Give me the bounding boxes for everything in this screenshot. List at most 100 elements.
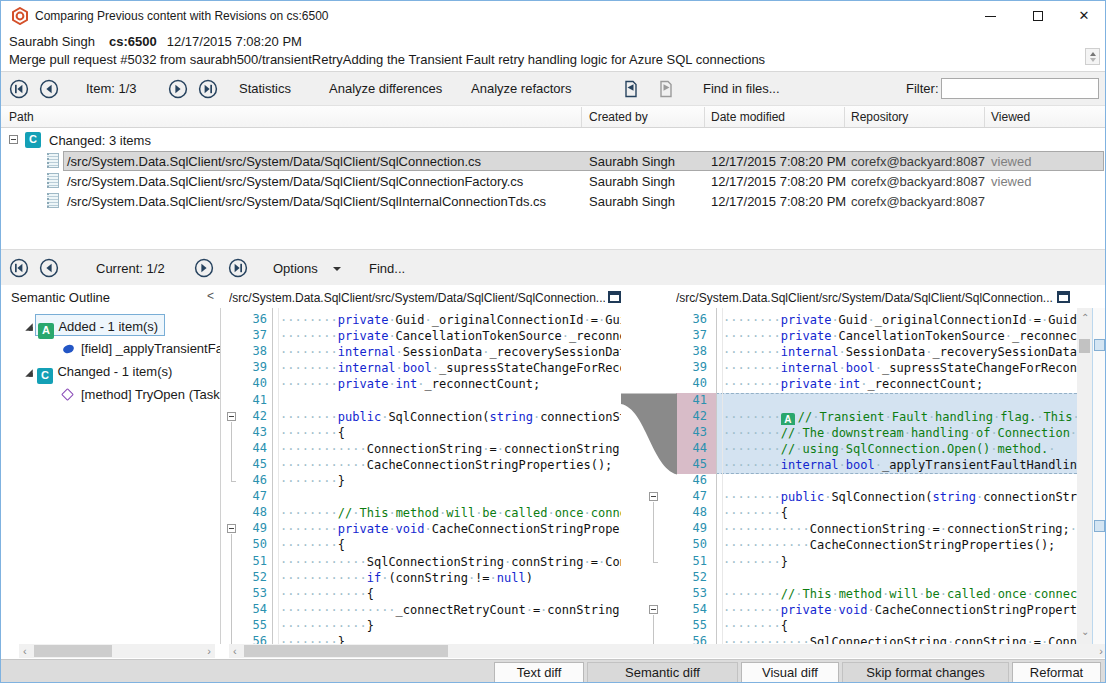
reformat-button[interactable]: Reformat [1012,662,1101,683]
diff-marker-current[interactable] [1094,339,1105,351]
outline-badge-icon: C [37,368,53,384]
file-row[interactable]: /src/System.Data.SqlClient/src/System/Da… [1,151,1105,171]
code-line: 47 [221,489,621,506]
outline-group-item[interactable]: C Changed - 1 item(s) [35,360,178,382]
destination-code-pane[interactable]: 36········private·Guid·_originalConnecti… [621,308,1077,644]
fold-collapse-icon[interactable] [649,605,658,614]
file-date-modified: 12/17/2015 7:08:20 PM [711,154,846,169]
outline-collapse-button[interactable]: < [207,289,214,303]
file-created-by: Saurabh Singh [589,154,675,169]
statistics-button[interactable]: Statistics [239,81,291,96]
diff-marker-next[interactable] [1094,520,1105,532]
maximize-button[interactable] [1021,1,1055,31]
source-code-pane[interactable]: 36········private·Guid·_originalConnecti… [221,308,621,644]
scroll-up-arrow-icon[interactable]: ⌃ [1081,312,1089,323]
fold-collapse-icon[interactable] [649,492,658,501]
last-diff-icon[interactable] [228,258,248,278]
scroll-down-icon[interactable] [1090,58,1096,62]
column-viewed[interactable]: Viewed [991,110,1030,124]
filter-label: Filter: [906,81,939,96]
line-number: 38 [676,344,716,361]
line-number: 40 [221,376,273,393]
changeset-comment: Merge pull request #5032 from saurabh500… [9,52,765,67]
vertical-scroll-thumb[interactable] [1079,339,1090,353]
minimize-button[interactable] [973,1,1007,31]
outline-hscroll-thumb[interactable] [34,645,112,657]
line-number: 53 [221,586,273,603]
open-left-file-icon[interactable] [621,79,641,99]
file-icon [47,193,59,208]
outline-item-label: [field] _applyTransientFault [81,341,221,356]
visual-diff-button[interactable]: Visual diff [741,662,839,683]
last-item-icon[interactable] [198,79,218,99]
column-repository[interactable]: Repository [851,110,908,124]
line-number: 47 [676,489,716,506]
code-line: 53········//·This·method·will·be·called·… [621,586,1077,603]
line-number: 44 [221,441,273,458]
app-logo-icon [11,7,29,25]
collapse-expander-icon[interactable] [9,135,18,144]
outline-scroll-right-icon[interactable]: › [207,645,211,657]
line-number: 48 [221,505,273,522]
file-row[interactable]: /src/System.Data.SqlClient/src/System/Da… [1,191,1105,211]
code-line: 46········} [221,473,621,490]
scroll-up-icon[interactable] [1090,52,1096,56]
code-line: 49············ConnectionString·=·connect… [621,521,1077,538]
next-item-icon[interactable] [168,79,188,99]
fold-collapse-icon[interactable] [227,524,236,533]
code-scroll-right-icon[interactable]: › [1099,645,1103,657]
code-line: 45········internal·bool·_applyTransientF… [621,457,1077,474]
code-hscroll-thumb[interactable] [244,645,448,657]
right-pane-vertical-scrollbar[interactable]: ⌃ ⌄ [1077,308,1092,644]
filter-input[interactable] [941,78,1099,99]
semantic-outline-title: Semantic Outline [11,290,110,305]
code-line: 43········//·The·downstream·handling·of·… [621,425,1077,442]
line-number: 37 [676,328,716,345]
fold-collapse-icon[interactable] [227,412,236,421]
column-date-modified[interactable]: Date modified [711,110,785,124]
scroll-down-arrow-icon[interactable]: ⌄ [1081,626,1089,637]
code-line: 41 [621,393,1077,410]
next-diff-icon[interactable] [194,258,214,278]
find-in-files-button[interactable]: Find in files... [703,81,780,96]
options-caret-icon[interactable] [333,267,341,271]
column-created-by[interactable]: Created by [589,110,648,124]
code-line: 38········internal·SessionData·_recovery… [621,344,1077,361]
line-number: 39 [221,360,273,377]
skip-format-changes-button[interactable]: Skip format changes [842,662,1009,683]
code-line: 45············CacheConnectionStringPrope… [221,457,621,474]
right-pane-maximize-icon[interactable] [1057,291,1070,303]
group-row-changed[interactable]: C Changed: 3 items [1,131,1105,151]
first-diff-icon[interactable] [9,258,29,278]
analyze-differences-button[interactable]: Analyze differences [329,81,442,96]
tree-expanded-icon[interactable] [25,323,32,330]
text-diff-button[interactable]: Text diff [494,662,584,683]
outline-hscrollbar[interactable]: ‹ › [19,644,215,658]
code-line: 48········{ [621,505,1077,522]
line-number: 36 [221,312,273,329]
first-item-icon[interactable] [9,79,29,99]
close-button[interactable]: ✕ [1067,1,1101,31]
semantic-diff-button[interactable]: Semantic diff [587,662,738,683]
column-path[interactable]: Path [9,110,34,124]
line-number: 50 [676,537,716,554]
left-pane-maximize-icon[interactable] [608,291,621,303]
outline-scroll-left-icon[interactable]: ‹ [23,645,27,657]
open-right-file-icon[interactable] [656,79,676,99]
file-row[interactable]: /src/System.Data.SqlClient/src/System/Da… [1,171,1105,191]
code-line: 36········private·Guid·_originalConnecti… [621,312,1077,329]
app-window: Comparing Previous content with Revision… [0,0,1106,683]
code-line: 40········private·int·_reconnectCount; [621,376,1077,393]
analyze-refactors-button[interactable]: Analyze refactors [471,81,571,96]
line-number: 44 [676,441,716,458]
outline-group-item[interactable]: A Added - 1 item(s) [35,314,165,336]
previous-item-icon[interactable] [39,79,59,99]
tree-expanded-icon[interactable] [25,369,32,376]
options-dropdown[interactable]: Options [273,261,318,276]
find-button[interactable]: Find... [369,261,405,276]
previous-diff-icon[interactable] [39,258,59,278]
comment-scroll-control[interactable] [1085,48,1100,65]
code-hscrollbar[interactable]: ‹ › [229,644,1106,658]
code-scroll-left-icon[interactable]: ‹ [233,645,237,657]
line-number: 42 [676,409,716,426]
